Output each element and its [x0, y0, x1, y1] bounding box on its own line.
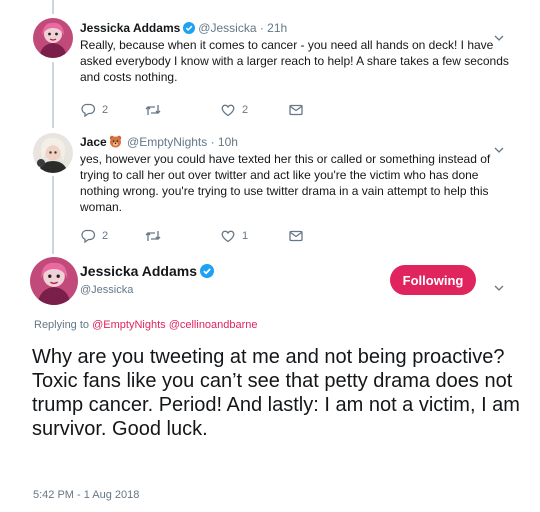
handle[interactable]: @Jessicka — [198, 21, 256, 35]
chevron-down-icon[interactable] — [494, 278, 504, 296]
main-tweet-text: Why are you tweeting at me and not being… — [32, 346, 520, 440]
like-count: 2 — [242, 104, 249, 116]
retweet-button[interactable] — [144, 102, 168, 118]
reply-count: 2 — [102, 104, 109, 116]
verified-icon — [183, 22, 196, 37]
thread-line-2 — [52, 176, 54, 254]
tweet-header: Jace @EmptyNights · 10h — [80, 135, 238, 151]
mention-link[interactable]: @cellinoandbarne — [169, 319, 258, 331]
message-button[interactable] — [288, 102, 304, 118]
replying-to: Replying to @EmptyNights @cellinoandbarn… — [34, 319, 258, 331]
tweet-text: Really, because when it comes to cancer … — [80, 38, 509, 84]
tweet-timestamp[interactable]: 5:42 PM - 1 Aug 2018 — [33, 489, 139, 501]
like-button[interactable]: 1 — [220, 228, 248, 244]
like-count: 1 — [242, 230, 249, 242]
reply-icon — [80, 228, 96, 244]
display-name[interactable]: Jace — [80, 135, 107, 149]
message-icon — [288, 228, 304, 244]
tweet-actions: 2 1 — [80, 228, 380, 244]
retweet-icon — [144, 228, 162, 244]
reply-button[interactable]: 2 — [80, 102, 108, 118]
like-icon — [220, 102, 236, 118]
main-display-name[interactable]: Jessicka Addams — [80, 263, 217, 281]
like-icon — [220, 228, 236, 244]
tweet-time[interactable]: 21h — [267, 21, 287, 35]
reply-button[interactable]: 2 — [80, 228, 108, 244]
bear-emoji-icon — [109, 135, 122, 151]
display-name[interactable]: Jessicka Addams — [80, 21, 180, 35]
like-button[interactable]: 2 — [220, 102, 248, 118]
main-handle[interactable]: @Jessicka — [80, 284, 133, 296]
retweet-icon — [144, 102, 162, 118]
tweet-text: yes, however you could have texted her t… — [80, 152, 491, 214]
avatar[interactable] — [30, 257, 78, 305]
display-name[interactable]: Jessicka Addams — [80, 263, 197, 279]
replying-prefix: Replying to — [34, 319, 90, 331]
reply-icon — [80, 102, 96, 118]
thread-line-top — [52, 0, 54, 14]
avatar[interactable] — [33, 18, 73, 58]
thread-line-1 — [52, 62, 54, 128]
reply-count: 2 — [102, 230, 109, 242]
tweet-time[interactable]: 10h — [218, 135, 238, 149]
mention-link[interactable]: @EmptyNights — [92, 319, 166, 331]
retweet-button[interactable] — [144, 228, 168, 244]
following-button[interactable]: Following — [390, 265, 476, 295]
avatar[interactable] — [33, 133, 73, 173]
tweet-actions: 2 2 — [80, 102, 380, 118]
message-button[interactable] — [288, 228, 304, 244]
verified-icon — [200, 264, 214, 281]
tweet-header: Jessicka Addams @Jessicka · 21h — [80, 21, 288, 37]
handle[interactable]: @EmptyNights — [127, 135, 207, 149]
message-icon — [288, 102, 304, 118]
